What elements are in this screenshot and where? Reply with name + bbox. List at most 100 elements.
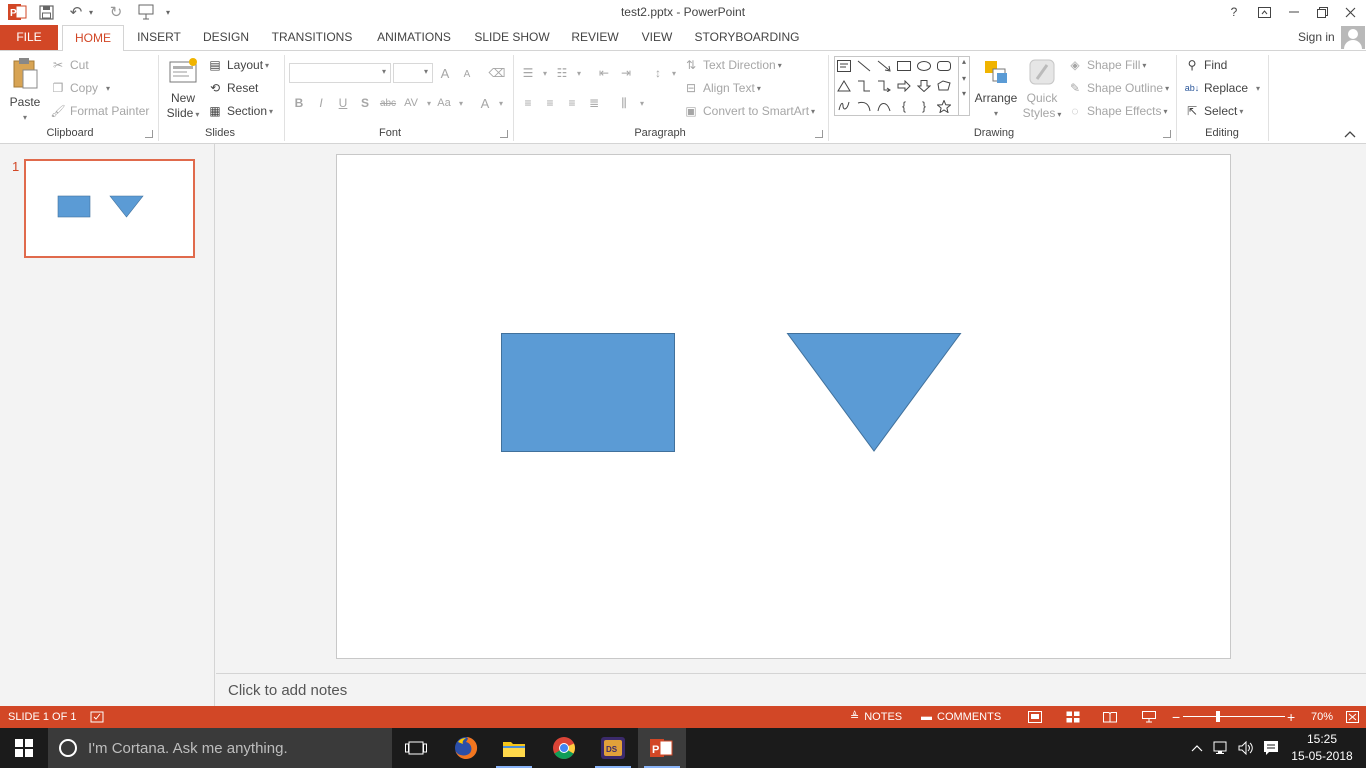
volume-icon[interactable]: [1236, 728, 1256, 768]
curve-shape-icon[interactable]: [875, 97, 893, 115]
minimize-icon[interactable]: [1282, 3, 1306, 21]
align-center-icon[interactable]: ≡: [542, 95, 558, 111]
change-case-dropdown-icon[interactable]: ▾: [453, 95, 469, 111]
find-button[interactable]: ⚲ Find: [1184, 55, 1228, 75]
network-icon[interactable]: [1212, 728, 1232, 768]
clipboard-launcher-icon[interactable]: [145, 130, 153, 138]
font-size-dropdown-icon[interactable]: ▾: [424, 67, 428, 76]
text-box-shape-icon[interactable]: [835, 57, 853, 75]
columns-dropdown-icon[interactable]: ▾: [634, 95, 650, 111]
tab-file[interactable]: FILE: [0, 25, 58, 50]
comments-toggle-button[interactable]: ▬ COMMENTS: [921, 706, 1001, 728]
italic-icon[interactable]: I: [313, 95, 329, 111]
new-slide-button[interactable]: New Slide ▾: [164, 57, 202, 122]
restore-icon[interactable]: [1310, 3, 1334, 21]
font-color-dropdown-icon[interactable]: ▾: [493, 95, 509, 111]
down-arrow-shape-icon[interactable]: [915, 77, 933, 95]
zoom-slider-thumb[interactable]: [1216, 711, 1220, 722]
line-spacing-icon[interactable]: ↕: [650, 65, 666, 81]
grow-font-icon[interactable]: A: [437, 65, 453, 81]
avatar[interactable]: [1341, 26, 1365, 49]
font-size-combobox[interactable]: ▾: [393, 63, 433, 83]
ribbon-display-options-icon[interactable]: [1252, 3, 1276, 21]
copy-button[interactable]: ❐ Copy ▾: [50, 78, 110, 98]
firefox-icon[interactable]: [442, 728, 490, 768]
reset-button[interactable]: ⟲ Reset: [207, 78, 258, 98]
bullets-dropdown-icon[interactable]: ▾: [537, 65, 553, 81]
tab-storyboarding[interactable]: STORYBOARDING: [694, 25, 800, 50]
align-text-button[interactable]: ⊟ Align Text ▾: [683, 78, 761, 98]
select-button[interactable]: ⇱ Select ▾: [1184, 101, 1243, 121]
chrome-icon[interactable]: [540, 728, 588, 768]
align-right-icon[interactable]: ≡: [564, 95, 580, 111]
zoom-level[interactable]: 70%: [1311, 706, 1333, 728]
paragraph-launcher-icon[interactable]: [815, 130, 823, 138]
inverted-triangle-shape[interactable]: [786, 333, 962, 452]
slide-sorter-view-icon[interactable]: [1066, 706, 1080, 728]
star-shape-icon[interactable]: [935, 97, 953, 115]
font-name-dropdown-icon[interactable]: ▾: [382, 67, 386, 76]
shapes-gallery[interactable]: { } ▴ ▾ ▾: [834, 56, 970, 116]
triangle-shape-icon[interactable]: [835, 77, 853, 95]
sign-in-link[interactable]: Sign in: [1298, 25, 1335, 50]
taskbar-clock[interactable]: 15:25 15-05-2018: [1290, 731, 1354, 765]
show-hidden-icons-chevron-icon[interactable]: [1188, 728, 1206, 768]
text-direction-button[interactable]: ⇅ Text Direction ▾: [683, 55, 782, 75]
scribble-shape-icon[interactable]: [835, 97, 853, 115]
layout-button[interactable]: ▤ Layout ▾: [207, 55, 269, 75]
convert-smartart-button[interactable]: ▣ Convert to SmartArt ▾: [683, 101, 815, 121]
gallery-more-icon[interactable]: ▾: [959, 89, 969, 98]
start-button[interactable]: [0, 728, 48, 768]
tab-insert[interactable]: INSERT: [134, 25, 184, 50]
increase-indent-icon[interactable]: ⇥: [618, 65, 634, 81]
slide-canvas[interactable]: [336, 154, 1231, 659]
rectangle-shape[interactable]: [501, 333, 675, 452]
drawing-launcher-icon[interactable]: [1163, 130, 1171, 138]
format-painter-button[interactable]: 🖌 Format Painter: [50, 101, 149, 121]
arrange-button[interactable]: Arrange ▾: [974, 57, 1018, 121]
zoom-out-icon[interactable]: −: [1172, 706, 1180, 728]
align-left-icon[interactable]: ≡: [520, 95, 536, 111]
right-arrow-shape-icon[interactable]: [895, 77, 913, 95]
shape-fill-button[interactable]: ◈ Shape Fill ▾: [1067, 55, 1146, 75]
text-shadow-icon[interactable]: S: [357, 95, 373, 111]
underline-icon[interactable]: U: [335, 95, 351, 111]
tab-home[interactable]: HOME: [62, 25, 124, 51]
notifications-icon[interactable]: [1260, 728, 1282, 768]
font-color-icon[interactable]: A: [477, 95, 493, 111]
strikethrough-icon[interactable]: abc: [378, 95, 398, 111]
rectangle-shape-icon[interactable]: [895, 57, 913, 75]
slide-show-view-icon[interactable]: [1142, 706, 1156, 728]
character-spacing-icon[interactable]: AV: [401, 95, 421, 111]
powerpoint-taskbar-icon[interactable]: P: [638, 728, 686, 768]
clear-formatting-icon[interactable]: ⌫: [489, 65, 506, 81]
tab-transitions[interactable]: TRANSITIONS: [268, 25, 356, 50]
tab-design[interactable]: DESIGN: [198, 25, 254, 50]
paste-button[interactable]: Paste ▾: [6, 57, 44, 125]
decrease-indent-icon[interactable]: ⇤: [596, 65, 612, 81]
numbering-dropdown-icon[interactable]: ▾: [571, 65, 587, 81]
arc-shape-icon[interactable]: [855, 97, 873, 115]
elbow-arrow-connector-shape-icon[interactable]: [875, 77, 893, 95]
slide-thumbnail[interactable]: [24, 159, 195, 258]
freeform-shape-icon[interactable]: [935, 77, 953, 95]
line-shape-icon[interactable]: [855, 57, 873, 75]
notes-toggle-button[interactable]: ≜ NOTES: [850, 706, 902, 728]
tab-view[interactable]: VIEW: [638, 25, 676, 50]
justify-icon[interactable]: ≣: [586, 95, 602, 111]
gallery-scrollbar[interactable]: ▴ ▾ ▾: [958, 57, 969, 115]
reading-view-icon[interactable]: [1103, 706, 1117, 728]
gallery-down-icon[interactable]: ▾: [959, 74, 969, 83]
shape-effects-button[interactable]: ◌ Shape Effects ▾: [1067, 101, 1167, 121]
numbering-icon[interactable]: ☷: [554, 65, 570, 81]
left-brace-shape-icon[interactable]: {: [895, 97, 913, 115]
gallery-up-icon[interactable]: ▴: [959, 57, 969, 66]
zoom-slider[interactable]: [1183, 716, 1285, 717]
arrow-line-shape-icon[interactable]: [875, 57, 893, 75]
oval-shape-icon[interactable]: [915, 57, 933, 75]
right-brace-shape-icon[interactable]: }: [915, 97, 933, 115]
collapse-ribbon-icon[interactable]: [1344, 127, 1358, 139]
file-explorer-icon[interactable]: [490, 728, 538, 768]
line-spacing-dropdown-icon[interactable]: ▾: [666, 65, 682, 81]
tab-review[interactable]: REVIEW: [568, 25, 622, 50]
